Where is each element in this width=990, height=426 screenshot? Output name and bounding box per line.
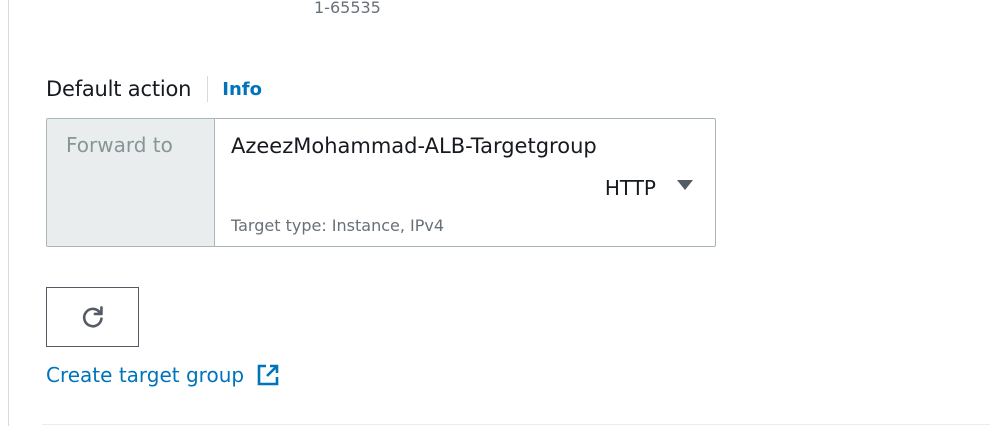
label-divider	[207, 76, 209, 102]
create-target-group-link[interactable]: Create target group	[46, 363, 280, 387]
caret-down-icon[interactable]	[677, 180, 693, 190]
refresh-icon	[82, 306, 103, 328]
section-left-border	[8, 0, 9, 426]
default-action-label-row: Default action Info	[46, 74, 262, 104]
external-link-icon	[257, 364, 279, 386]
target-group-details: Target type: Instance, IPv4	[231, 216, 445, 235]
default-action-control: Forward to AzeezMohammad-ALB-Targetgroup…	[46, 118, 716, 247]
forward-to-label: Forward to	[47, 119, 215, 246]
refresh-button[interactable]	[46, 287, 139, 347]
port-range-hint: 1-65535	[314, 0, 381, 17]
target-group-name: AzeezMohammad-ALB-Targetgroup	[231, 134, 597, 158]
info-link[interactable]: Info	[222, 79, 262, 100]
create-target-group-label: Create target group	[46, 363, 245, 387]
default-action-label: Default action	[46, 77, 192, 101]
section-bottom-divider	[42, 424, 990, 425]
target-group-select[interactable]: AzeezMohammad-ALB-Targetgroup HTTP Targe…	[215, 119, 715, 246]
target-group-protocol: HTTP	[604, 176, 656, 200]
